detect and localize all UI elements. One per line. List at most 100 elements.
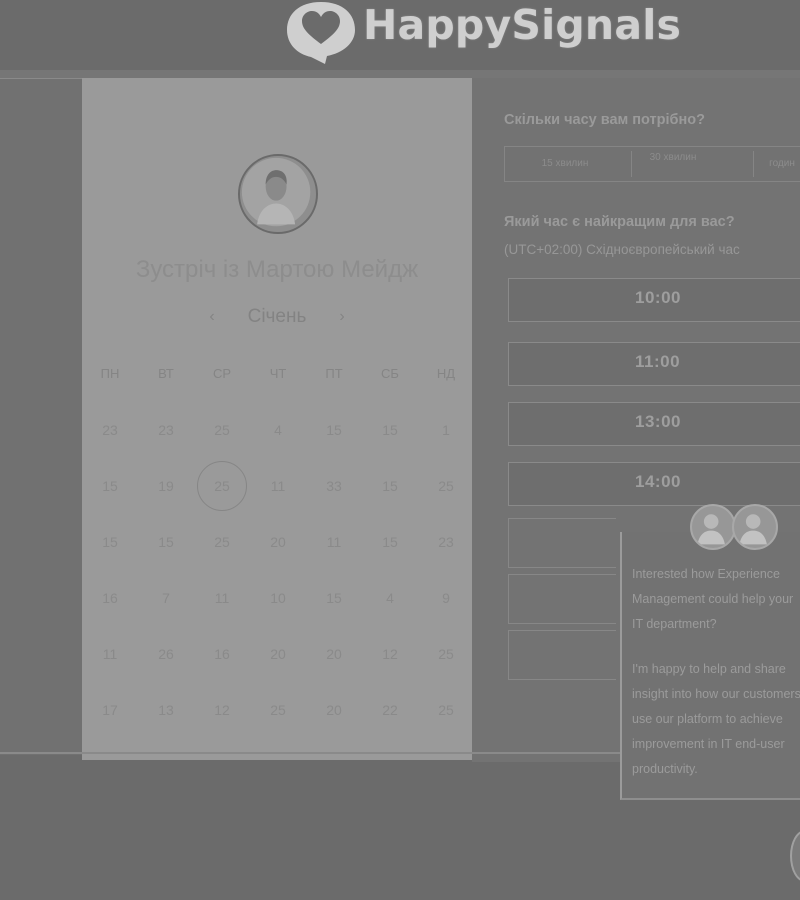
time-slot-button[interactable]: 14:00 — [508, 462, 800, 506]
calendar-day[interactable]: 12 — [194, 682, 250, 738]
calendar-day[interactable]: 15 — [362, 458, 418, 514]
calendar-day[interactable]: 19 — [138, 458, 194, 514]
calendar-day[interactable]: 25 — [194, 514, 250, 570]
calendar-day[interactable]: 22 — [362, 682, 418, 738]
time-slot-button[interactable] — [508, 518, 616, 568]
calendar-day[interactable]: 15 — [306, 570, 362, 626]
time-slot-button[interactable] — [508, 630, 616, 680]
calendar-day[interactable]: 20 — [250, 514, 306, 570]
time-slot-button[interactable] — [508, 574, 616, 624]
calendar-week-row: 23 23 25 4 15 15 1 — [82, 402, 472, 458]
calendar-day[interactable]: 15 — [362, 402, 418, 458]
host-avatar — [238, 154, 318, 234]
calendar-day[interactable]: 25 — [418, 682, 474, 738]
calendar-day[interactable]: 1 — [418, 402, 474, 458]
calendar-day[interactable]: 23 — [82, 402, 138, 458]
meeting-greeting: Зустріч із Мартою Мейдж — [135, 256, 419, 283]
timezone-label: (UTC+02:00) Східноєвропейський час — [504, 242, 740, 257]
weekday-label: ВТ — [158, 366, 174, 381]
calendar-day[interactable]: 25 — [194, 402, 250, 458]
calendar-week-row: 15 15 25 20 11 15 23 — [82, 514, 472, 570]
calendar-day[interactable]: 16 — [194, 626, 250, 682]
person-avatar-icon — [697, 514, 725, 545]
brand-name: HappySignals — [363, 1, 682, 49]
frame-left-margin — [0, 78, 82, 755]
calendar-day[interactable]: 11 — [250, 458, 306, 514]
weekday-label: ПН — [100, 366, 120, 381]
calendar-day[interactable]: 4 — [362, 570, 418, 626]
calendar-day[interactable]: 13 — [138, 682, 194, 738]
time-slot-label: 11:00 — [635, 352, 681, 371]
calendar-day[interactable]: 23 — [138, 402, 194, 458]
team-member-avatar — [732, 504, 778, 550]
calendar-day[interactable]: 11 — [306, 514, 362, 570]
calendar-day[interactable]: 15 — [306, 402, 362, 458]
weekday-label: ЧТ — [269, 366, 287, 381]
calendar-week-row: 16 7 11 10 15 4 9 — [82, 570, 472, 626]
chevron-right-icon[interactable]: › — [332, 304, 352, 330]
calendar-day[interactable]: 15 — [138, 514, 194, 570]
heart-speech-bubble-icon — [287, 2, 355, 64]
calendar-day[interactable]: 25 — [418, 458, 474, 514]
chat-launcher-button[interactable] — [790, 830, 800, 882]
calendar-week-row: 17 13 12 25 20 22 25 — [82, 682, 472, 738]
calendar-day[interactable]: 16 — [82, 570, 138, 626]
time-slot-label: 14:00 — [635, 472, 681, 491]
calendar-day[interactable]: 9 — [418, 570, 474, 626]
month-label: Січень — [247, 306, 307, 327]
duration-option-label: годин — [769, 158, 795, 169]
month-navigation: ‹ Січень › — [202, 304, 352, 330]
calendar-day[interactable]: 20 — [306, 682, 362, 738]
calendar-day[interactable]: 4 — [250, 402, 306, 458]
weekday-header-row: ПН ВТ СР ЧТ ПТ СБ НД — [82, 362, 472, 402]
calendar-day-selected[interactable]: 25 — [194, 458, 250, 514]
calendar-week-row: 15 19 25 11 33 15 25 — [82, 458, 472, 514]
duration-question: Скільки часу вам потрібно? — [504, 112, 705, 128]
duration-option[interactable]: годин — [759, 147, 800, 181]
time-slot-label: 13:00 — [635, 412, 681, 431]
chevron-left-icon[interactable]: ‹ — [202, 304, 222, 330]
promo-message: Interested how Experience Management cou… — [632, 562, 800, 802]
brand-header: HappySignals — [285, 0, 681, 64]
calendar-day[interactable]: 25 — [418, 626, 474, 682]
calendar-day[interactable]: 15 — [82, 458, 138, 514]
team-member-avatar — [690, 504, 736, 550]
time-slot-button[interactable]: 13:00 — [508, 402, 800, 446]
person-avatar-icon — [739, 514, 767, 545]
calendar-day[interactable]: 12 — [362, 626, 418, 682]
calendar-day[interactable]: 20 — [250, 626, 306, 682]
promo-body: I'm happy to help and share insight into… — [632, 662, 800, 776]
calendar-grid: ПН ВТ СР ЧТ ПТ СБ НД 23 23 25 4 15 15 1 … — [82, 362, 472, 738]
duration-selector: 15 хвилин 30 хвилин годин — [504, 146, 800, 182]
calendar-day[interactable]: 15 — [362, 514, 418, 570]
calendar-day[interactable]: 33 — [306, 458, 362, 514]
calendar-day[interactable]: 11 — [194, 570, 250, 626]
time-question: Який час є найкращим для вас? — [504, 214, 735, 230]
calendar-day[interactable]: 23 — [418, 514, 474, 570]
calendar-day[interactable]: 7 — [138, 570, 194, 626]
duration-option[interactable]: 15 хвилин — [511, 147, 619, 181]
promo-headline: Interested how Experience Management cou… — [632, 567, 794, 631]
calendar-panel: Зустріч із Мартою Мейдж ‹ Січень › ПН ВТ… — [82, 78, 472, 760]
time-slot-label: 10:00 — [635, 288, 681, 307]
calendar-day[interactable]: 25 — [250, 682, 306, 738]
calendar-day[interactable]: 20 — [306, 626, 362, 682]
time-slot-button[interactable]: 11:00 — [508, 342, 800, 386]
time-slot-button[interactable]: 10:00 — [508, 278, 800, 322]
duration-option-label: 15 хвилин — [541, 158, 589, 169]
calendar-day[interactable]: 10 — [250, 570, 306, 626]
weekday-label: СБ — [381, 366, 399, 381]
promo-popup: Interested how Experience Management cou… — [620, 504, 800, 802]
calendar-day[interactable]: 17 — [82, 682, 138, 738]
frame-bottom-divider — [0, 752, 620, 754]
duration-divider — [753, 151, 754, 177]
calendar-week-row: 11 26 16 20 20 12 25 — [82, 626, 472, 682]
duration-divider — [631, 151, 632, 177]
weekday-label: СР — [212, 366, 232, 381]
weekday-label: ПТ — [325, 366, 343, 381]
duration-option[interactable]: 30 хвилин — [633, 147, 713, 181]
calendar-day[interactable]: 26 — [138, 626, 194, 682]
person-avatar-icon — [241, 157, 311, 227]
calendar-day[interactable]: 11 — [82, 626, 138, 682]
calendar-day[interactable]: 15 — [82, 514, 138, 570]
